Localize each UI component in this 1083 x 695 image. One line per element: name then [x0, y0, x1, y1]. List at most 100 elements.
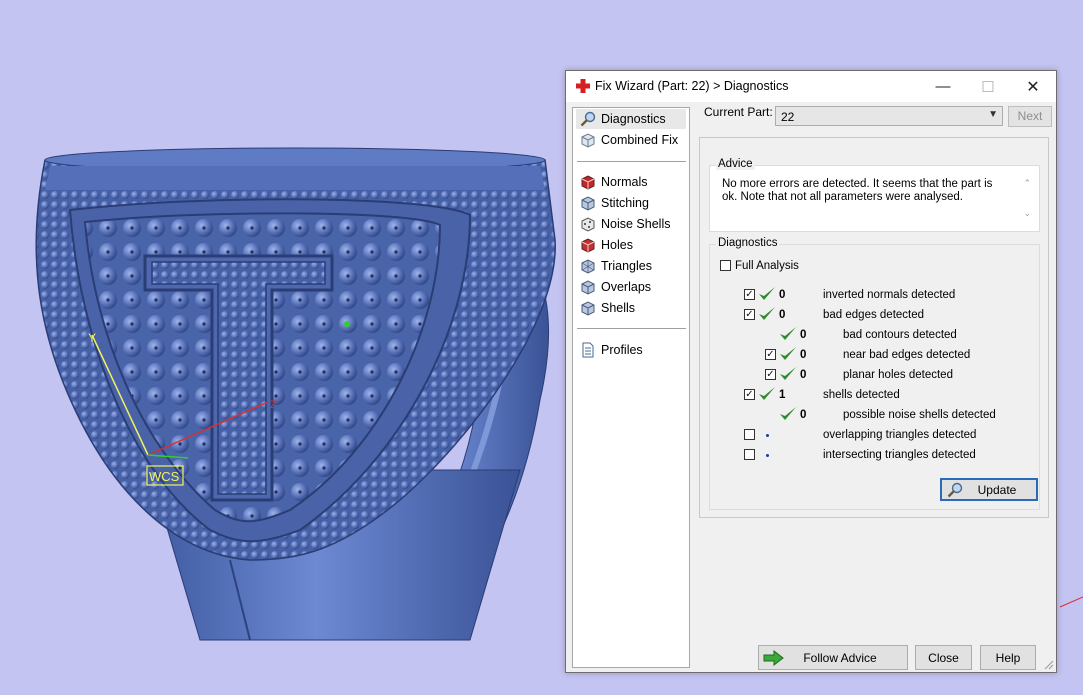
title-bar[interactable]: Fix Wizard (Part: 22) > Diagnostics — ☐ … [566, 71, 1056, 102]
diagnostics-title: Diagnostics [716, 237, 780, 249]
diagnostics-group: Diagnostics Full Analysis ✓ 0 inverted nor… [709, 237, 1040, 510]
holes-cube-icon [581, 238, 595, 253]
diag-row-checkbox[interactable] [744, 449, 755, 460]
next-button[interactable]: Next [1008, 106, 1052, 127]
z-axis-label: Z [270, 399, 277, 411]
status-dot-icon [766, 454, 769, 457]
nav-item-noise-shells[interactable]: Noise Shells [576, 214, 686, 234]
diag-row-count: 0 [800, 369, 807, 381]
nav-item-label: Normals [601, 175, 648, 189]
wizard-nav-panel: Diagnostics Combined Fix Normals Stitchi… [572, 107, 690, 668]
diag-row-checkbox[interactable] [744, 429, 755, 440]
diagnostics-panel: Advice No more errors are detected. It s… [699, 137, 1049, 518]
diag-row-label: near bad edges detected [843, 349, 971, 361]
nav-item-label: Combined Fix [601, 133, 679, 147]
green-check-icon [780, 367, 796, 380]
nav-item-label: Holes [601, 238, 633, 252]
wcs-label: WCS [149, 469, 180, 484]
help-button[interactable]: Help [980, 645, 1036, 670]
nav-item-label: Profiles [601, 343, 643, 357]
advice-group: Advice No more errors are detected. It s… [709, 158, 1040, 232]
nav-item-label: Noise Shells [601, 217, 671, 231]
nav-item-profiles[interactable]: Profiles [576, 340, 686, 360]
nav-item-combined-fix[interactable]: Combined Fix [576, 130, 686, 150]
nav-item-holes[interactable]: Holes [576, 235, 686, 255]
diag-row-count: 1 [779, 389, 786, 401]
full-analysis-checkbox[interactable] [720, 260, 731, 271]
close-window-button[interactable]: ✕ [1010, 71, 1056, 102]
triangles-cube-icon [581, 259, 595, 274]
y-axis-label: Y [88, 331, 96, 345]
document-icon [582, 342, 594, 358]
resize-grip-icon[interactable] [1044, 660, 1054, 670]
nav-item-triangles[interactable]: Triangles [576, 256, 686, 276]
diag-row-label: intersecting triangles detected [823, 449, 976, 461]
diag-row-label: possible noise shells detected [843, 409, 996, 421]
diag-row-count: 0 [800, 329, 807, 341]
chevron-down-icon: ▼ [988, 109, 998, 120]
fix-wizard-dialog: Fix Wizard (Part: 22) > Diagnostics — ☐ … [565, 70, 1057, 673]
nav-item-label: Overlaps [601, 280, 652, 294]
diag-row-checkbox[interactable]: ✓ [744, 389, 755, 400]
nav-item-label: Diagnostics [601, 112, 666, 126]
full-analysis-label: Full Analysis [735, 260, 799, 272]
nav-item-normals[interactable]: Normals [576, 172, 686, 192]
red-cross-icon [576, 79, 590, 93]
diag-row-label: inverted normals detected [823, 289, 956, 301]
diag-row-count: 0 [800, 349, 807, 361]
nav-item-diagnostics[interactable]: Diagnostics [576, 109, 686, 129]
pivot-point [344, 321, 350, 327]
nav-item-label: Triangles [601, 259, 652, 273]
follow-advice-label: Follow Advice [803, 650, 877, 665]
magnifier-icon [580, 111, 596, 127]
current-part-label: Current Part: [704, 105, 773, 119]
magnifier-icon [947, 482, 963, 498]
normals-cube-icon [581, 175, 595, 190]
nav-item-label: Shells [601, 301, 636, 315]
update-label: Update [977, 482, 1017, 497]
nav-item-shells[interactable]: Shells [576, 298, 686, 318]
cube-icon [581, 133, 595, 148]
green-check-icon [759, 307, 775, 320]
diag-row-checkbox[interactable]: ✓ [744, 309, 755, 320]
diag-row-checkbox[interactable]: ✓ [765, 369, 776, 380]
green-check-icon [780, 327, 796, 340]
scroll-up-icon[interactable]: ⌃ [1023, 178, 1031, 189]
diag-row-checkbox[interactable]: ✓ [744, 289, 755, 300]
nav-item-stitching[interactable]: Stitching [576, 193, 686, 213]
green-check-icon [780, 407, 796, 420]
advice-title: Advice [716, 158, 755, 170]
diag-row-label: bad contours detected [843, 329, 957, 341]
current-part-select[interactable]: 22 ▼ [775, 106, 1003, 126]
stitching-cube-icon [581, 196, 595, 211]
arrow-right-icon [763, 650, 784, 666]
green-check-icon [780, 347, 796, 360]
nav-separator [577, 328, 686, 329]
green-check-icon [759, 387, 775, 400]
status-dot-icon [766, 434, 769, 437]
diag-row-count: 0 [779, 309, 786, 321]
noise-shells-icon [581, 217, 595, 232]
green-check-icon [759, 287, 775, 300]
diag-row-checkbox[interactable]: ✓ [765, 349, 776, 360]
diag-row-label: bad edges detected [823, 309, 925, 321]
nav-separator [577, 161, 686, 162]
scroll-down-icon[interactable]: ⌄ [1023, 208, 1031, 219]
maximize-button[interactable]: ☐ [965, 71, 1011, 102]
minimize-button[interactable]: — [920, 71, 966, 102]
update-button[interactable]: Update [940, 478, 1038, 501]
shells-cube-icon [581, 301, 595, 316]
dialog-title: Fix Wizard (Part: 22) > Diagnostics [595, 79, 789, 93]
overlaps-cube-icon [581, 280, 595, 295]
diag-row-label: shells detected [823, 389, 900, 401]
nav-item-label: Stitching [601, 196, 649, 210]
advice-text: No more errors are detected. It seems th… [722, 178, 993, 203]
nav-item-overlaps[interactable]: Overlaps [576, 277, 686, 297]
follow-advice-button[interactable]: Follow Advice [758, 645, 908, 670]
stray-line [1059, 596, 1083, 608]
diag-row-label: overlapping triangles detected [823, 429, 977, 441]
diag-row-label: planar holes detected [843, 369, 953, 381]
current-part-value: 22 [781, 110, 795, 124]
diag-row-count: 0 [779, 289, 786, 301]
close-button[interactable]: Close [915, 645, 972, 670]
